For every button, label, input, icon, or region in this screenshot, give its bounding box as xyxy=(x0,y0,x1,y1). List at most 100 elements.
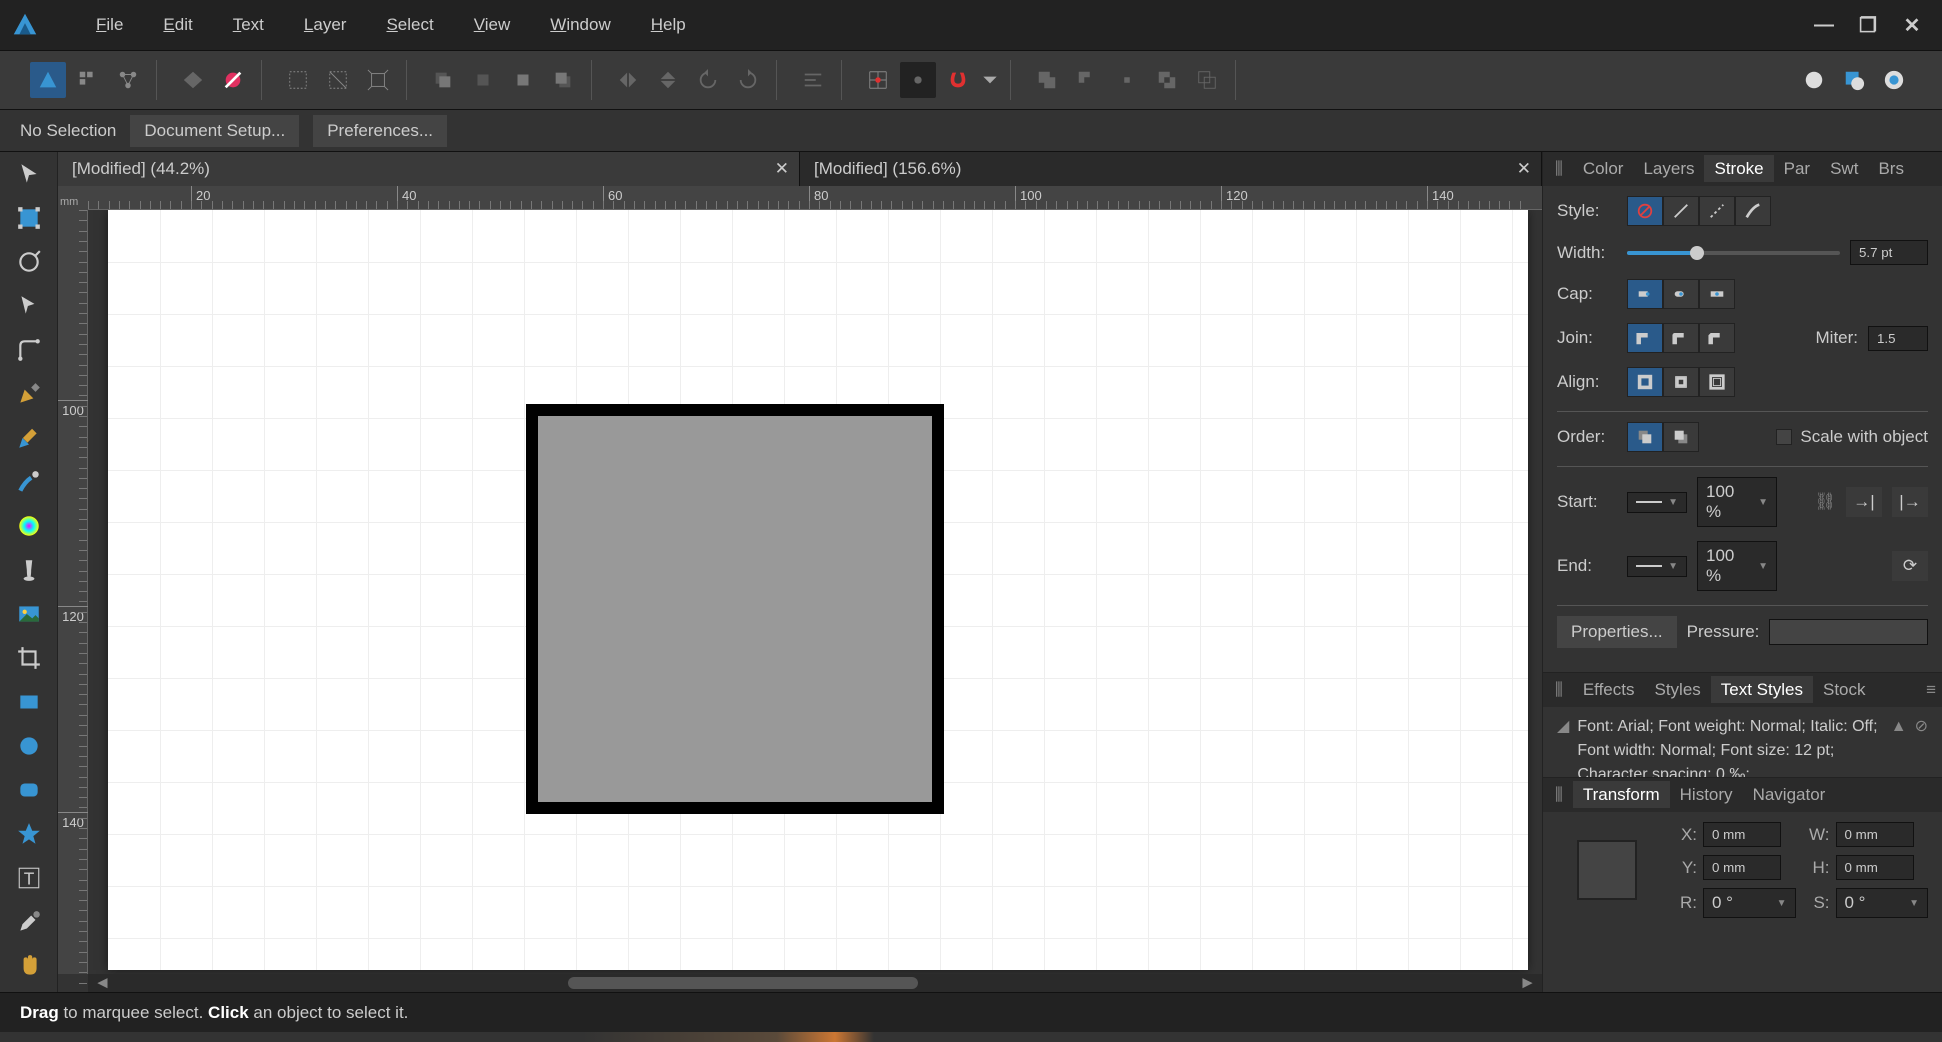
minimize-button[interactable]: — xyxy=(1804,5,1844,45)
panel-tab-swt[interactable]: Swt xyxy=(1820,155,1868,182)
star-tool[interactable] xyxy=(9,816,49,852)
persona-export-button[interactable] xyxy=(110,62,146,98)
contour-tool[interactable] xyxy=(9,244,49,280)
menu-text[interactable]: Text xyxy=(217,9,280,41)
stroke-properties-button[interactable]: Properties... xyxy=(1557,616,1677,648)
panel-dock-icon[interactable]: ⫼ xyxy=(1549,159,1569,179)
link-arrows-icon[interactable]: ⛓ xyxy=(1814,492,1836,512)
swap-start-icon[interactable]: →| xyxy=(1846,487,1882,517)
menu-view[interactable]: View xyxy=(458,9,527,41)
panel-tab-styles[interactable]: Styles xyxy=(1644,676,1710,703)
panel-tab-par[interactable]: Par xyxy=(1774,155,1820,182)
corner-tool[interactable] xyxy=(9,332,49,368)
style-none-button[interactable] xyxy=(1627,196,1663,226)
style-brush-button[interactable] xyxy=(1735,196,1771,226)
synchronize-defaults-button[interactable] xyxy=(215,62,251,98)
document-tab-1[interactable]: [Modified] (156.6%)✕ xyxy=(800,152,1542,186)
preferences-button[interactable]: Preferences... xyxy=(313,115,447,147)
menu-window[interactable]: Window xyxy=(534,9,626,41)
panel-tab-effects[interactable]: Effects xyxy=(1573,676,1645,703)
close-button[interactable]: ✕ xyxy=(1892,5,1932,45)
r-field[interactable]: 0 °▼ xyxy=(1703,888,1796,918)
document-setup-button[interactable]: Document Setup... xyxy=(130,115,299,147)
anchor-selector[interactable] xyxy=(1577,840,1637,900)
ruler-horizontal[interactable]: 20406080100120140 xyxy=(88,186,1542,210)
boolean-subtract-button[interactable] xyxy=(1069,62,1105,98)
rotate-ccw-button[interactable] xyxy=(690,62,726,98)
tab-close-icon[interactable]: ✕ xyxy=(775,159,789,179)
eyedropper-tool[interactable] xyxy=(9,904,49,940)
panel-tab-brs[interactable]: Brs xyxy=(1868,155,1914,182)
brush-tool[interactable] xyxy=(9,464,49,500)
miter-field[interactable] xyxy=(1868,326,1928,351)
pencil-tool[interactable] xyxy=(9,420,49,456)
snapping-off-button[interactable] xyxy=(900,62,936,98)
width-field[interactable] xyxy=(1850,240,1928,265)
artboard-tool[interactable] xyxy=(9,200,49,236)
tab-close-icon[interactable]: ✕ xyxy=(1517,159,1531,179)
boolean-xor-button[interactable] xyxy=(1149,62,1185,98)
text-style-up-icon[interactable]: ▲ xyxy=(1891,715,1907,739)
order-front-button[interactable] xyxy=(1663,422,1699,452)
arrange-back-button[interactable] xyxy=(425,62,461,98)
end-arrow-dropdown[interactable]: ▼ xyxy=(1627,556,1687,577)
snapping-button[interactable] xyxy=(940,62,976,98)
panel-tab-navigator[interactable]: Navigator xyxy=(1743,781,1836,808)
style-dash-button[interactable] xyxy=(1699,196,1735,226)
start-pct-dropdown[interactable]: 100 %▼ xyxy=(1697,477,1777,527)
order-behind-button[interactable] xyxy=(1627,422,1663,452)
panel-tab-layers[interactable]: Layers xyxy=(1633,155,1704,182)
menu-select[interactable]: Select xyxy=(370,9,449,41)
maximize-button[interactable]: ❐ xyxy=(1848,5,1888,45)
rectangle-tool[interactable] xyxy=(9,684,49,720)
persona-designer-button[interactable] xyxy=(30,62,66,98)
align-inside-button[interactable] xyxy=(1663,367,1699,397)
select-parent-button[interactable] xyxy=(360,62,396,98)
flip-horizontal-button[interactable] xyxy=(610,62,646,98)
text-tool[interactable]: T xyxy=(9,860,49,896)
fill-tool[interactable] xyxy=(9,508,49,544)
h-field[interactable] xyxy=(1836,855,1914,880)
horizontal-scrollbar[interactable]: ◄ ► xyxy=(88,974,1542,992)
menu-file[interactable]: File xyxy=(80,9,139,41)
rounded-rect-tool[interactable] xyxy=(9,772,49,808)
panel-tab-transform[interactable]: Transform xyxy=(1573,781,1670,808)
cap-butt-button[interactable] xyxy=(1627,279,1663,309)
transparency-tool[interactable] xyxy=(9,552,49,588)
swap-end-icon[interactable]: |→ xyxy=(1892,487,1928,517)
move-tool[interactable] xyxy=(9,156,49,192)
rotate-cw-button[interactable] xyxy=(730,62,766,98)
join-miter-button[interactable] xyxy=(1627,323,1663,353)
panel-dock-icon[interactable]: ⫼ xyxy=(1549,785,1569,805)
arrange-backward-button[interactable] xyxy=(465,62,501,98)
snapping-grid-button[interactable] xyxy=(860,62,896,98)
scale-with-object-checkbox[interactable] xyxy=(1776,429,1792,445)
persona-pixel-button[interactable] xyxy=(70,62,106,98)
cap-round-button[interactable] xyxy=(1663,279,1699,309)
boolean-intersect-button[interactable] xyxy=(1109,62,1145,98)
snapping-dropdown[interactable] xyxy=(980,62,1000,98)
ruler-unit[interactable]: mm xyxy=(58,186,88,210)
select-all-button[interactable] xyxy=(280,62,316,98)
pen-tool[interactable] xyxy=(9,376,49,412)
menu-edit[interactable]: Edit xyxy=(147,9,208,41)
insert-behind-button[interactable] xyxy=(1836,62,1872,98)
reverse-icon[interactable]: ⟳ xyxy=(1892,551,1928,581)
menu-help[interactable]: Help xyxy=(635,9,702,41)
deselect-button[interactable] xyxy=(320,62,356,98)
rectangle-shape[interactable] xyxy=(526,404,944,814)
ellipse-tool[interactable] xyxy=(9,728,49,764)
panel-tab-stock[interactable]: Stock xyxy=(1813,676,1876,703)
arrange-front-button[interactable] xyxy=(545,62,581,98)
insert-inside-button[interactable] xyxy=(1876,62,1912,98)
document-tab-0[interactable]: [Modified] (44.2%)✕ xyxy=(58,152,800,186)
ruler-vertical[interactable]: 100120140 xyxy=(58,210,88,974)
insert-target-button[interactable] xyxy=(1796,62,1832,98)
arrange-forward-button[interactable] xyxy=(505,62,541,98)
panel-menu-icon[interactable]: ≡ xyxy=(1926,680,1936,700)
panel-tab-color[interactable]: Color xyxy=(1573,155,1634,182)
text-style-reset-icon[interactable]: ⊘ xyxy=(1915,715,1928,739)
start-arrow-dropdown[interactable]: ▼ xyxy=(1627,492,1687,513)
cap-square-button[interactable] xyxy=(1699,279,1735,309)
s-field[interactable]: 0 °▼ xyxy=(1836,888,1929,918)
